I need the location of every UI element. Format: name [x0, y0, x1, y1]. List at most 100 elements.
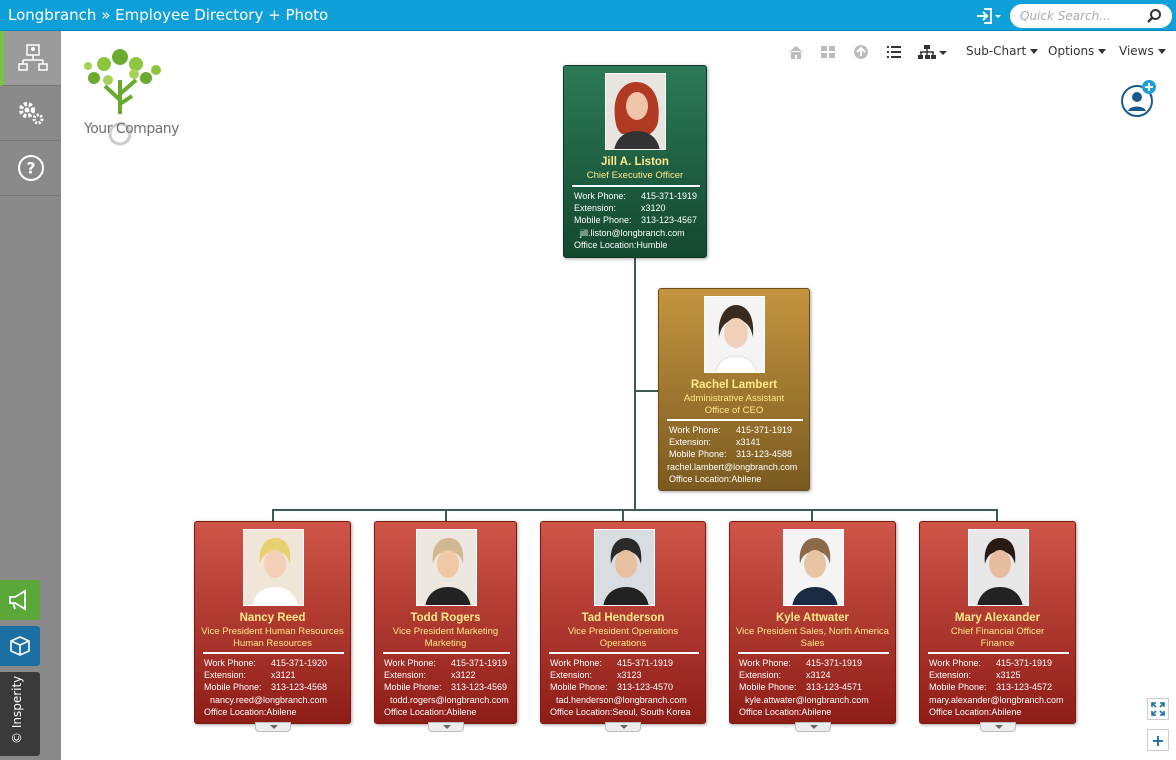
divider	[203, 652, 344, 654]
employee-title: Vice President Marketing	[392, 626, 499, 637]
zoom-in-button[interactable]: +	[1147, 729, 1169, 751]
mobile-phone-label: Mobile Phone:	[550, 682, 608, 693]
expand-children-button[interactable]	[255, 722, 291, 732]
sub-chart-dropdown[interactable]: Sub-Chart	[966, 44, 1039, 58]
employee-card-ceo[interactable]: Jill A. Liston Chief Executive Officer W…	[563, 65, 707, 258]
connector-line	[272, 509, 998, 511]
employee-name: Jill A. Liston	[601, 156, 669, 168]
employee-department: Sales	[800, 638, 825, 649]
views-dropdown[interactable]: Views	[1119, 44, 1166, 58]
expand-children-button[interactable]	[428, 722, 464, 732]
expand-children-button[interactable]	[795, 722, 831, 732]
email: todd.rogers@longbranch.com	[390, 694, 509, 705]
office-location: Abilene	[731, 473, 762, 484]
login-menu-button[interactable]	[975, 6, 1003, 26]
insperity-brand[interactable]: © Insperity	[0, 672, 40, 756]
work-phone-label: Work Phone:	[550, 658, 602, 668]
svg-text:?: ?	[26, 159, 35, 178]
puzzle-icon[interactable]	[819, 44, 837, 60]
employee-department: Marketing	[424, 638, 467, 649]
expand-children-button[interactable]	[980, 722, 1016, 732]
employee-photo	[605, 73, 666, 150]
extension: x3121	[271, 670, 296, 681]
mobile-phone: 313-123-4571	[806, 682, 863, 693]
mobile-phone-label: Mobile Phone:	[574, 215, 632, 226]
options-dropdown[interactable]: Options	[1048, 44, 1107, 58]
extension-label: Extension:	[550, 670, 593, 681]
connector-line	[445, 509, 447, 521]
announcements-button[interactable]	[0, 580, 40, 620]
help-icon: ?	[17, 155, 44, 181]
extension-label: Extension:	[204, 670, 247, 681]
quick-search-input[interactable]	[1020, 7, 1142, 25]
office-location-label: Office Location:	[384, 706, 447, 717]
employee-photo	[416, 529, 477, 606]
work-phone: 415-371-1919	[451, 658, 508, 668]
employee-title: Chief Executive Officer	[586, 170, 684, 181]
employee-department: Operations	[599, 638, 647, 649]
connector-line	[272, 509, 274, 521]
employee-info: Work Phone: 415-371-1919 Extension: x3141 …	[667, 424, 798, 485]
office-location: Abilene	[266, 706, 297, 717]
package-button[interactable]	[0, 626, 40, 666]
extension: x3122	[451, 670, 476, 681]
options-label: Options	[1048, 44, 1095, 58]
email: rachel.lambert@longbranch.com	[667, 461, 798, 472]
employee-card-assistant[interactable]: Rachel Lambert Administrative Assistant …	[658, 288, 810, 491]
employee-info: Work Phone: 415-371-1919 Extension: x3125 …	[929, 657, 1064, 718]
extension: x3125	[996, 670, 1021, 681]
office-location-label: Office Location:	[550, 706, 613, 717]
sidebar-item-org-chart[interactable]	[0, 31, 61, 86]
add-person-button[interactable]	[1120, 80, 1158, 118]
divider	[928, 652, 1069, 654]
employee-card[interactable]: Tad Henderson Vice President Operations …	[540, 521, 706, 724]
list-view-icon[interactable]	[885, 44, 903, 60]
work-phone-label: Work Phone:	[929, 658, 981, 668]
connector-line	[634, 257, 636, 510]
mobile-phone-label: Mobile Phone:	[669, 449, 727, 460]
employee-department: Office of CEO	[704, 405, 764, 416]
box-icon	[10, 636, 30, 656]
sidebar-item-help[interactable]: ?	[0, 141, 61, 196]
gears-icon	[18, 102, 43, 125]
connector-line	[634, 390, 659, 392]
extension-label: Extension:	[669, 437, 712, 448]
employee-department: Finance	[980, 638, 1015, 649]
views-label: Views	[1119, 44, 1154, 58]
divider	[383, 652, 510, 654]
employee-card[interactable]: Mary Alexander Chief Financial Officer F…	[919, 521, 1076, 724]
fit-to-screen-button[interactable]	[1147, 698, 1169, 720]
employee-photo	[783, 529, 844, 606]
employee-title: Vice President Operations	[567, 626, 679, 637]
office-location-label: Office Location:	[574, 239, 637, 250]
expand-children-button[interactable]	[605, 722, 641, 732]
employee-card[interactable]: Kyle Attwater Vice President Sales, Nort…	[729, 521, 896, 724]
person-photo-icon	[606, 74, 665, 149]
office-location: Humble	[636, 239, 668, 250]
employee-card[interactable]: Todd Rogers Vice President Marketing Mar…	[374, 521, 517, 724]
home-icon[interactable]	[787, 44, 805, 60]
employee-title: Vice President Human Resources	[201, 626, 344, 637]
sidebar-item-settings[interactable]	[0, 86, 61, 141]
divider	[738, 652, 889, 654]
up-level-icon[interactable]	[852, 44, 870, 60]
employee-name: Mary Alexander	[954, 612, 1041, 624]
layout-dropdown[interactable]	[918, 44, 948, 60]
extension-label: Extension:	[384, 670, 427, 681]
work-phone: 415-371-1919	[806, 658, 863, 668]
employee-info: Work Phone: 415-371-1919 Extension: x3124 …	[739, 657, 869, 718]
mobile-phone: 313-123-4568	[271, 682, 328, 693]
employee-card[interactable]: Nancy Reed Vice President Human Resource…	[194, 521, 351, 724]
mobile-phone: 313-123-4570	[617, 682, 674, 693]
extension: x3124	[806, 670, 831, 681]
work-phone-label: Work Phone:	[739, 658, 791, 668]
person-photo-icon	[595, 530, 654, 605]
employee-photo	[968, 529, 1029, 606]
sub-chart-label: Sub-Chart	[966, 44, 1027, 58]
search-icon[interactable]	[1146, 8, 1162, 24]
employee-info: Work Phone: 415-371-1919 Extension: x3123 …	[550, 657, 690, 718]
extension-label: Extension:	[929, 670, 972, 681]
mobile-phone-label: Mobile Phone:	[929, 682, 987, 693]
sign-in-icon	[977, 8, 1001, 24]
divider	[667, 419, 803, 421]
